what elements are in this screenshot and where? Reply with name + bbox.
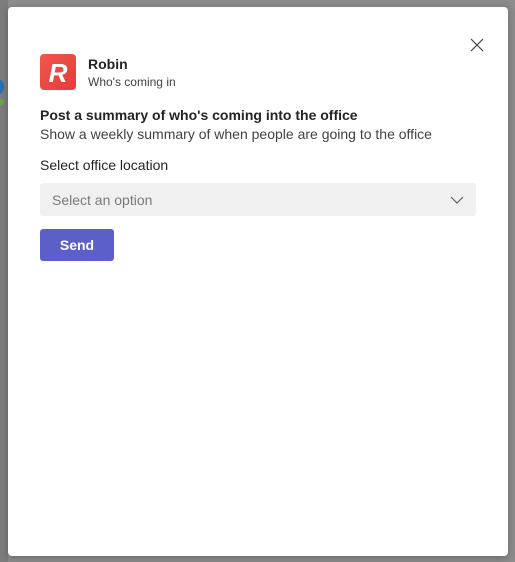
robin-logo: R	[40, 54, 76, 90]
dialog: R Robin Who's coming in Post a summary o…	[8, 7, 508, 556]
send-button[interactable]: Send	[40, 229, 114, 261]
logo-letter: R	[49, 58, 68, 88]
close-icon	[470, 38, 484, 52]
app-text: Robin Who's coming in	[88, 55, 176, 91]
close-button[interactable]	[467, 35, 487, 55]
app-header: R Robin Who's coming in	[40, 54, 176, 91]
chevron-down-icon	[450, 196, 464, 204]
location-select[interactable]: Select an option	[40, 183, 476, 216]
app-name: Robin	[88, 56, 128, 72]
location-select-placeholder: Select an option	[52, 191, 153, 208]
location-label: Select office location	[40, 157, 169, 173]
card-description: Show a weekly summary of when people are…	[40, 126, 432, 142]
app-subtitle: Who's coming in	[88, 75, 176, 89]
card-title: Post a summary of who's coming into the …	[40, 107, 358, 123]
